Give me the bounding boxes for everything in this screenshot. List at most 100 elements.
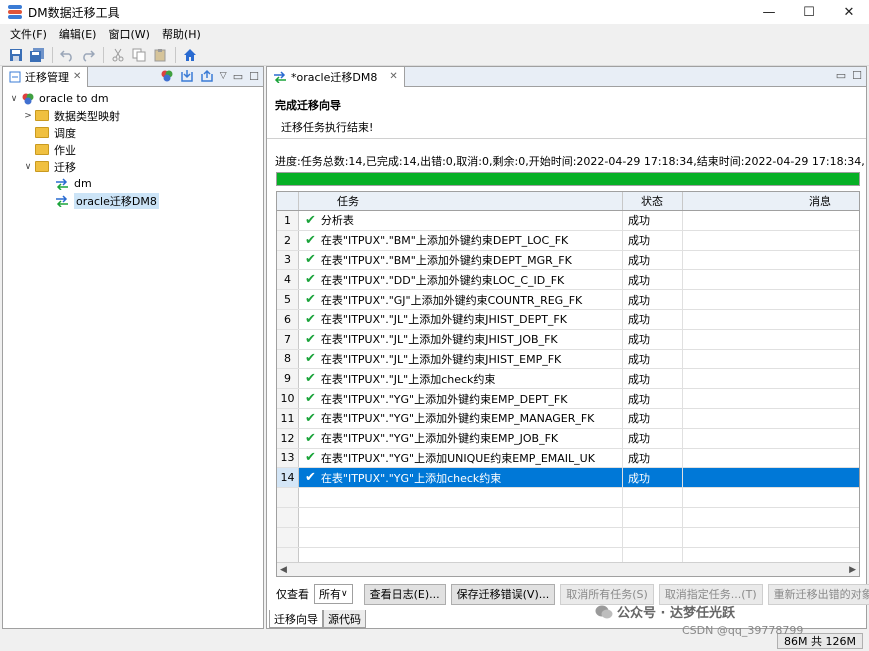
message-cell <box>683 429 859 448</box>
menu-edit[interactable]: 编辑(E) <box>53 26 103 42</box>
table-row[interactable]: 10 ✔ 在表"ITPUX"."YG"上添加外键约束EMP_DEPT_FK 成功 <box>277 389 859 409</box>
copy-icon[interactable] <box>131 47 147 63</box>
row-number: 7 <box>277 329 299 349</box>
close-tab-icon[interactable]: ✕ <box>389 71 397 82</box>
maximize-view-icon[interactable]: ☐ <box>852 69 862 82</box>
column-header-task[interactable]: 任务 <box>299 192 623 210</box>
status-cell: 成功 <box>623 349 683 369</box>
maximize-view-icon[interactable]: ☐ <box>249 70 259 83</box>
view-log-button[interactable]: 查看日志(E)... <box>363 583 446 605</box>
migration-arrows-icon <box>56 194 68 207</box>
filter-label: 仅查看 <box>276 588 309 601</box>
task-cell: ✔ 在表"ITPUX"."YG"上添加check约束 <box>299 468 623 488</box>
tab-migration-wizard[interactable]: 迁移向导 <box>269 610 323 628</box>
message-cell <box>683 409 859 428</box>
task-name: 在表"ITPUX"."GJ"上添加外键约束COUNTR_REG_FK <box>320 293 583 307</box>
status-cell: 成功 <box>623 250 683 270</box>
table-row[interactable]: 6 ✔ 在表"ITPUX"."JL"上添加外键约束JHIST_DEPT_FK 成功 <box>277 309 859 330</box>
menu-help[interactable]: 帮助(H) <box>156 26 207 42</box>
save-all-icon[interactable] <box>29 47 45 63</box>
table-row[interactable]: 5 ✔ 在表"ITPUX"."GJ"上添加外键约束COUNTR_REG_FK 成功 <box>277 290 859 310</box>
expand-chevron-icon[interactable]: > <box>21 111 35 121</box>
menu-window[interactable]: 窗口(W) <box>102 26 155 42</box>
row-number: 14 <box>277 468 299 488</box>
tab-oracle-dm8[interactable]: *oracle迁移DM8 ✕ <box>267 66 405 87</box>
table-row[interactable]: 2 ✔ 在表"ITPUX"."BM"上添加外键约束DEPT_LOC_FK 成功 <box>277 230 859 251</box>
migration-manager-panel: 迁移管理 ✕ ▽ ▭ ☐ ∨ oracle to dm > 数据类型映射 调度 <box>2 66 264 629</box>
task-name: 在表"ITPUX"."JL"上添加check约束 <box>320 372 496 386</box>
task-cell: ✔ 在表"ITPUX"."BM"上添加外键约束DEPT_LOC_FK <box>299 230 623 250</box>
task-cell: ✔ 在表"ITPUX"."JL"上添加外键约束JHIST_JOB_FK <box>299 329 623 349</box>
import-icon[interactable] <box>180 69 194 83</box>
table-row[interactable]: 13 ✔ 在表"ITPUX"."YG"上添加UNIQUE约束EMP_EMAIL_UK… <box>277 448 859 469</box>
tree-item-schedule[interactable]: 调度 <box>7 124 263 141</box>
status-cell: 成功 <box>623 230 683 250</box>
close-button[interactable]: ✕ <box>829 0 869 24</box>
filter-select[interactable]: 所有 ∨ <box>314 584 353 604</box>
maximize-button[interactable]: ☐ <box>789 0 829 24</box>
save-errors-button[interactable]: 保存迁移错误(V)... <box>450 583 556 605</box>
table-row[interactable]: 12 ✔ 在表"ITPUX"."YG"上添加外键约束EMP_JOB_FK 成功 <box>277 428 859 449</box>
row-number: 10 <box>277 389 299 408</box>
tree-item-migration-oracle-dm8[interactable]: oracle迁移DM8 <box>7 192 263 209</box>
status-cell <box>623 527 683 547</box>
migration-arrows-icon <box>56 177 68 190</box>
tree-item-label: 数据类型映射 <box>54 109 120 123</box>
empty-table-row <box>277 488 859 508</box>
task-name: 在表"ITPUX"."BM"上添加外键约束DEPT_MGR_FK <box>320 253 572 267</box>
task-cell <box>299 527 623 547</box>
tab-source-code[interactable]: 源代码 <box>323 610 366 628</box>
save-icon[interactable] <box>8 47 24 63</box>
app-database-icon <box>8 5 22 19</box>
column-header-message[interactable]: 消息 <box>683 192 859 210</box>
task-name: 在表"ITPUX"."YG"上添加外键约束EMP_JOB_FK <box>320 432 559 446</box>
tree-item-jobs[interactable]: 作业 <box>7 141 263 158</box>
menu-file[interactable]: 文件(F) <box>4 26 53 42</box>
message-cell <box>683 488 859 507</box>
export-icon[interactable] <box>200 69 214 83</box>
table-row[interactable]: 11 ✔ 在表"ITPUX"."YG"上添加外键约束EMP_MANAGER_FK 成功 <box>277 408 859 429</box>
column-header-status[interactable]: 状态 <box>623 192 683 210</box>
horizontal-scrollbar[interactable]: ◀ ▶ <box>277 562 859 576</box>
success-check-icon: ✔ <box>305 450 316 466</box>
minimize-view-icon[interactable]: ▭ <box>836 69 846 82</box>
scroll-left-icon[interactable]: ◀ <box>280 565 287 575</box>
paste-icon[interactable] <box>152 47 168 63</box>
row-number <box>277 527 299 547</box>
row-number: 9 <box>277 369 299 389</box>
undo-icon[interactable] <box>59 47 75 63</box>
table-row[interactable]: 3 ✔ 在表"ITPUX"."BM"上添加外键约束DEPT_MGR_FK 成功 <box>277 250 859 271</box>
table-row[interactable]: 7 ✔ 在表"ITPUX"."JL"上添加外键约束JHIST_JOB_FK 成功 <box>277 329 859 350</box>
collapse-chevron-icon[interactable]: ∨ <box>21 162 35 172</box>
collapse-chevron-icon[interactable]: ∨ <box>7 94 21 104</box>
tab-migration-manager[interactable]: 迁移管理 ✕ <box>3 66 89 87</box>
tree-root[interactable]: ∨ oracle to dm <box>7 90 263 107</box>
tree-item-label: oracle迁移DM8 <box>74 192 159 209</box>
table-row[interactable]: 4 ✔ 在表"ITPUX"."DD"上添加外键约束LOC_C_ID_FK 成功 <box>277 270 859 291</box>
watermark-line1: 公众号 · 达梦任光跃 <box>617 606 735 621</box>
rerun-failed-button[interactable]: 重新迁移出错的对象 <box>767 583 869 605</box>
table-row[interactable]: 8 ✔ 在表"ITPUX"."JL"上添加外键约束JHIST_EMP_FK 成功 <box>277 349 859 370</box>
migration-arrows-icon <box>274 70 286 83</box>
empty-table-row <box>277 527 859 548</box>
home-icon[interactable] <box>182 47 198 63</box>
task-name: 在表"ITPUX"."YG"上添加外键约束EMP_DEPT_FK <box>320 392 568 406</box>
tree-item-type-mapping[interactable]: > 数据类型映射 <box>7 107 263 124</box>
row-number: 12 <box>277 428 299 448</box>
row-number <box>277 488 299 507</box>
table-body: 1 ✔ 分析表 成功 2 ✔ 在表"ITPUX"."BM"上添加外键约束DEPT_LOC_F… <box>277 211 859 568</box>
view-menu-chevron-down-icon[interactable]: ▽ <box>220 71 227 81</box>
tree-item-migrations[interactable]: ∨ 迁移 <box>7 158 263 175</box>
cut-icon[interactable] <box>110 47 126 63</box>
task-cell <box>299 507 623 527</box>
table-row[interactable]: 1 ✔ 分析表 成功 <box>277 211 859 231</box>
table-row[interactable]: 9 ✔ 在表"ITPUX"."JL"上添加check约束 成功 <box>277 369 859 390</box>
close-tab-icon[interactable]: ✕ <box>73 71 81 82</box>
table-row[interactable]: 14 ✔ 在表"ITPUX"."YG"上添加check约束 成功 <box>277 468 859 489</box>
redo-icon[interactable] <box>80 47 96 63</box>
new-project-icon[interactable] <box>160 69 174 83</box>
minimize-view-icon[interactable]: ▭ <box>233 70 243 83</box>
tree-item-migration-dm[interactable]: dm <box>7 175 263 192</box>
minimize-button[interactable]: — <box>749 0 789 24</box>
scroll-right-icon[interactable]: ▶ <box>849 565 856 575</box>
